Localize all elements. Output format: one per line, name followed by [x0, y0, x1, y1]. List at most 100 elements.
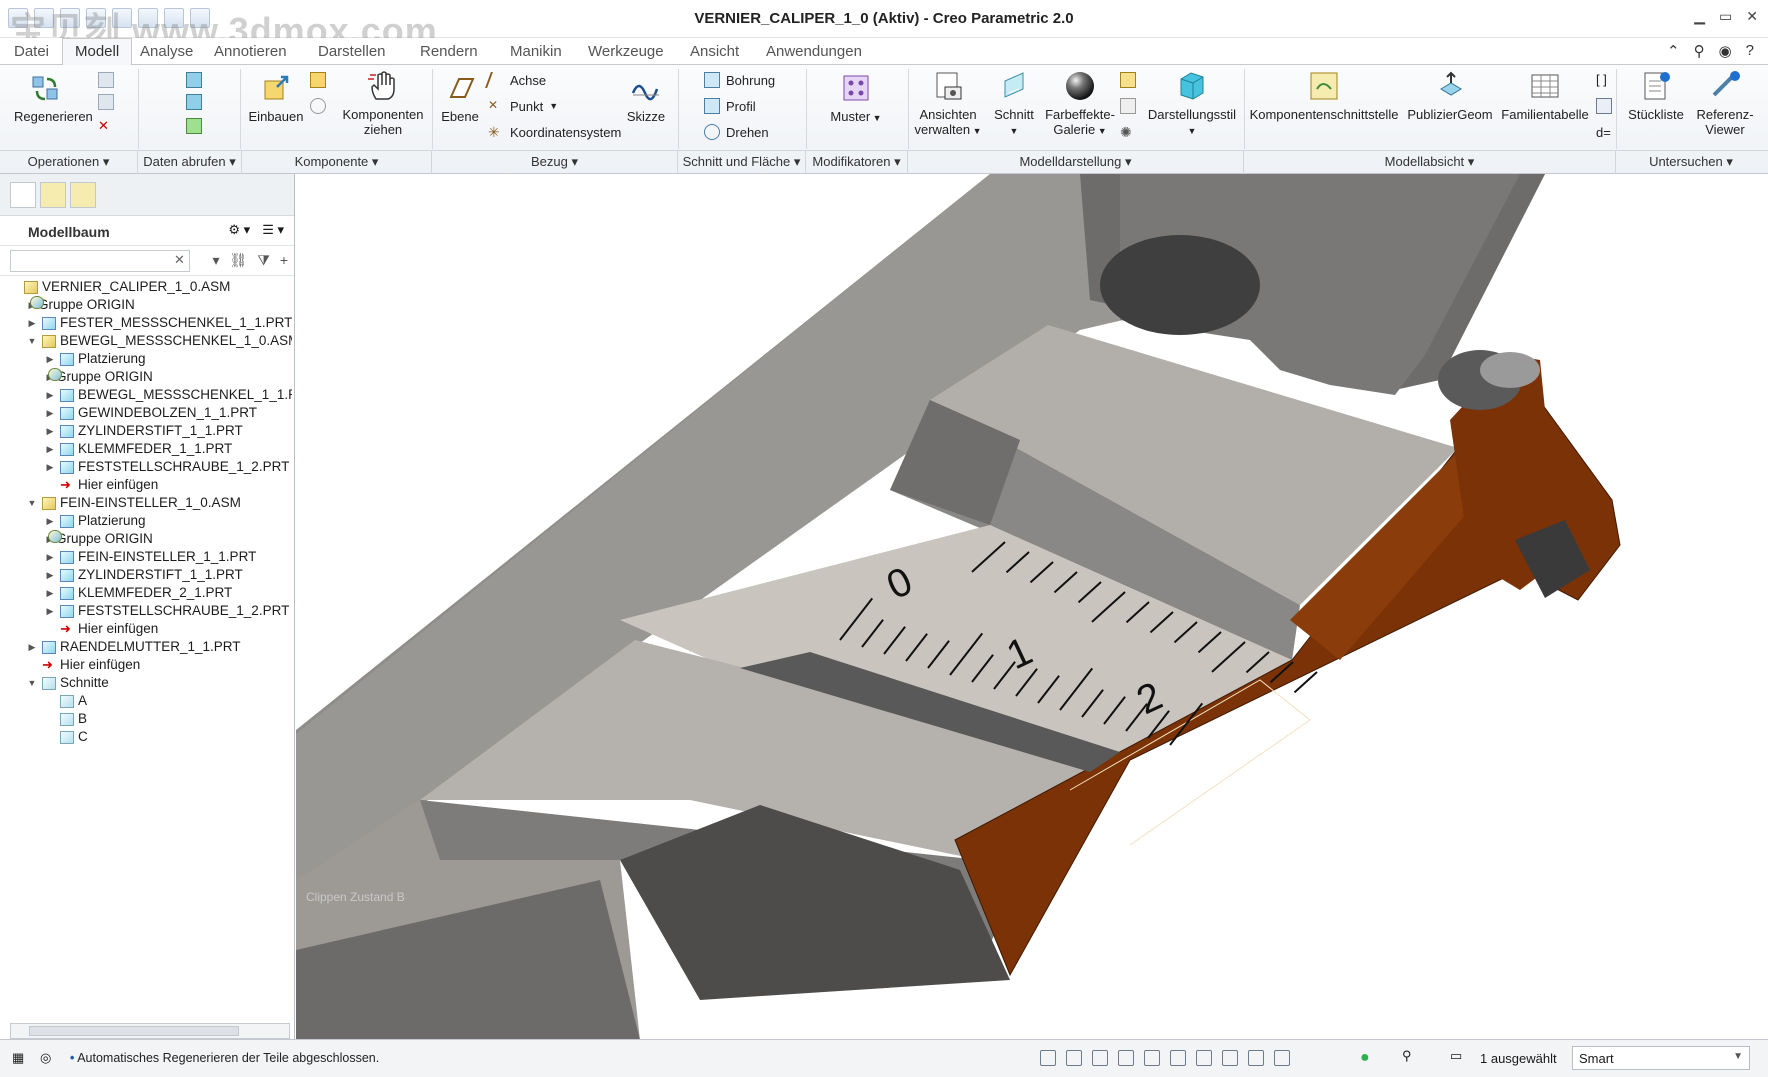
expand-toggle-icon[interactable]: ▶ — [44, 566, 56, 584]
tree-item[interactable]: ▶ FEIN-EINSTELLER_1_1.PRT — [44, 548, 257, 566]
copy-geometry-icon[interactable] — [186, 91, 202, 113]
appearance-gallery-button[interactable]: Farbeffekte-Galerie ▼ — [1044, 69, 1116, 139]
delete-icon[interactable]: ✕ — [98, 115, 109, 137]
tree-item[interactable]: ▼ FEIN-EINSTELLER_1_0.ASM — [26, 494, 241, 512]
datum-display-icon[interactable] — [1222, 1050, 1238, 1066]
tree-item[interactable]: ▶ GEWINDEBOLZEN_1_1.PRT — [44, 404, 258, 422]
tree-item[interactable]: B — [44, 710, 87, 728]
search-icon[interactable]: ⚲ — [1694, 42, 1705, 60]
tree-item[interactable]: ▶ KLEMMFEDER_2_1.PRT — [44, 584, 233, 602]
clear-search-icon[interactable]: ✕ — [174, 252, 185, 268]
group-investigate[interactable]: Untersuchen ▾ — [1616, 151, 1766, 175]
tab-tools[interactable]: Werkzeuge — [588, 43, 664, 60]
tree-item[interactable]: ➜ Hier einfügen — [44, 476, 158, 494]
drag-components-button[interactable]: Komponenten ziehen — [342, 69, 424, 137]
repaint-icon[interactable] — [1118, 1050, 1134, 1066]
publish-geom-button[interactable]: PublizierGeom — [1404, 69, 1496, 122]
expand-toggle-icon[interactable]: ▶ — [44, 422, 56, 440]
tree-item[interactable]: VERNIER_CALIPER_1_0.ASM — [8, 278, 230, 296]
find-icon[interactable]: ⛓ — [230, 252, 248, 269]
model-tree-tab-icon[interactable] — [10, 182, 36, 208]
expand-toggle-icon[interactable]: ▶ — [44, 512, 56, 530]
close-icon[interactable]: ✕ — [1746, 8, 1758, 25]
toggle-navigator-icon[interactable]: ▦ — [12, 1050, 24, 1066]
tab-view[interactable]: Ansicht — [690, 43, 739, 60]
minimize-icon[interactable]: ▁ — [1694, 8, 1705, 25]
expand-toggle-icon[interactable]: ▶ — [44, 440, 56, 458]
help-icon[interactable]: ? — [1746, 42, 1754, 60]
folder-browser-tab-icon[interactable] — [40, 182, 66, 208]
tree-item[interactable]: ▶ FESTSTELLSCHRAUBE_1_2.PRT — [44, 602, 290, 620]
favorites-tab-icon[interactable] — [70, 182, 96, 208]
expand-toggle-icon[interactable]: ▶ — [26, 638, 38, 656]
display-style-button[interactable]: Darstellungsstil ▼ — [1142, 69, 1242, 139]
expand-toggle-icon[interactable]: ▶ — [26, 314, 38, 332]
tree-item[interactable]: C — [44, 728, 88, 746]
tab-manikin[interactable]: Manikin — [510, 43, 562, 60]
tree-item[interactable]: A — [44, 692, 87, 710]
expand-toggle-icon[interactable]: ▶ — [44, 458, 56, 476]
shrinkwrap-icon[interactable] — [186, 115, 202, 137]
tree-item[interactable]: ▶Gruppe ORIGIN — [44, 368, 153, 386]
tree-item[interactable]: ▼ Schnitte — [26, 674, 109, 692]
collapse-ribbon-icon[interactable]: ⌃ — [1667, 42, 1680, 60]
zoom-out-icon[interactable] — [1092, 1050, 1108, 1066]
revolve-button[interactable]: Drehen — [704, 121, 769, 143]
hole-button[interactable]: Bohrung — [704, 69, 775, 91]
tree-item[interactable]: ▶Gruppe ORIGIN — [26, 296, 135, 314]
profile-button[interactable]: Profil — [704, 95, 756, 117]
selection-box-icon[interactable]: ▭ — [1450, 1048, 1462, 1064]
component-interface-button[interactable]: Komponentenschnittstelle — [1248, 69, 1400, 122]
tree-item[interactable]: ▶ FESTSTELLSCHRAUBE_1_2.PRT — [44, 458, 290, 476]
tree-item[interactable]: ▶ RAENDELMUTTER_1_1.PRT — [26, 638, 241, 656]
tab-analysis[interactable]: Analyse — [140, 43, 193, 60]
spin-center-icon[interactable] — [1248, 1050, 1264, 1066]
saved-orientations-icon[interactable] — [1170, 1050, 1186, 1066]
tree-item[interactable]: ▼ BEWEGL_MESSSCHENKEL_1_0.ASM — [26, 332, 292, 350]
group-model-display[interactable]: Modelldarstellung ▾ — [908, 151, 1244, 175]
user-defined-feature-icon[interactable] — [186, 69, 202, 91]
create-component-icon[interactable] — [310, 69, 326, 91]
relations-icon[interactable]: [ ] — [1596, 69, 1612, 91]
expand-toggle-icon[interactable]: ▼ — [26, 494, 38, 512]
add-column-icon[interactable]: + — [280, 252, 288, 269]
search-input[interactable] — [10, 250, 190, 272]
bom-button[interactable]: Stückliste — [1620, 69, 1692, 122]
scrollbar-thumb[interactable] — [29, 1026, 239, 1036]
repeat-icon[interactable] — [310, 95, 326, 117]
expand-toggle-icon[interactable]: ▼ — [26, 332, 38, 350]
group-model-intent[interactable]: Modellabsicht ▾ — [1244, 151, 1616, 175]
graphics-window[interactable]: 0 1 2 — [296, 174, 1768, 1039]
assemble-button[interactable]: Einbauen — [244, 71, 308, 124]
pattern-button[interactable]: Muster ▼ — [820, 71, 892, 126]
tree-item[interactable]: ▶ ZYLINDERSTIFT_1_1.PRT — [44, 566, 243, 584]
expand-toggle-icon[interactable]: ▶ — [44, 386, 56, 404]
refit-icon[interactable] — [1040, 1050, 1056, 1066]
manage-views-button[interactable]: Ansichten verwalten ▼ — [912, 69, 984, 139]
tree-horizontal-scrollbar[interactable] — [10, 1023, 290, 1039]
plane-button[interactable]: Ebene — [436, 71, 484, 124]
tab-applications[interactable]: Anwendungen — [766, 43, 862, 60]
tree-item[interactable]: ▶ BEWEGL_MESSSCHENKEL_1_1.PRT — [44, 386, 292, 404]
expand-toggle-icon[interactable]: ▼ — [26, 674, 38, 692]
tree-item[interactable]: ▶ Platzierung — [44, 350, 146, 368]
filter-icon[interactable]: ⧩ — [257, 252, 270, 269]
section-button[interactable]: Schnitt ▼ — [988, 69, 1040, 139]
tree-item[interactable]: ➜ Hier einfügen — [26, 656, 140, 674]
search-dropdown-icon[interactable]: ▾ — [213, 252, 220, 269]
group-cut-surface[interactable]: Schnitt und Fläche ▾ — [678, 151, 806, 175]
maximize-icon[interactable]: ▭ — [1719, 8, 1732, 25]
community-icon[interactable]: ◉ — [1719, 42, 1732, 60]
copy-icon[interactable] — [98, 69, 114, 91]
regenerate-button[interactable]: Regenerieren — [14, 71, 93, 124]
group-modifiers[interactable]: Modifikatoren ▾ — [806, 151, 908, 175]
tree-columns-icon[interactable]: ☰ ▾ — [262, 222, 284, 238]
expand-toggle-icon[interactable]: ▶ — [44, 404, 56, 422]
tab-rendering[interactable]: Rendern — [420, 43, 478, 60]
toggle-browser-icon[interactable]: ◎ — [40, 1050, 51, 1066]
paste-icon[interactable] — [98, 91, 114, 113]
group-get-data[interactable]: Daten abrufen ▾ — [138, 151, 242, 175]
view-manager-icon[interactable] — [1196, 1050, 1212, 1066]
group-component[interactable]: Komponente ▾ — [242, 151, 432, 175]
tab-file[interactable]: Datei — [14, 43, 49, 60]
